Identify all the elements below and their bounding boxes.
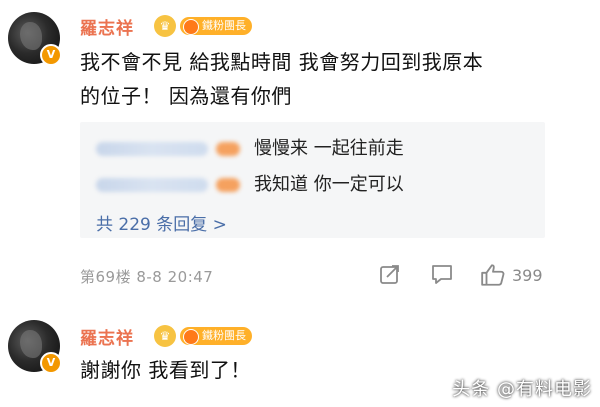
- fan-badge[interactable]: 鐵粉團長: [180, 327, 252, 345]
- fan-badge-icon: [183, 329, 199, 345]
- share-button[interactable]: [378, 262, 402, 290]
- avatar[interactable]: V: [8, 12, 62, 66]
- avatar[interactable]: V: [8, 320, 62, 374]
- comment-icon: [432, 265, 452, 284]
- share-icon: [380, 265, 399, 284]
- reply-badge-blurred: [216, 178, 240, 192]
- like-count: 399: [512, 266, 543, 285]
- comment-meta: 第69楼 8-8 20:47: [80, 268, 214, 286]
- verified-v-icon: V: [40, 352, 62, 374]
- like-icon: [481, 264, 505, 286]
- reply-author-blurred: [96, 142, 208, 156]
- reply-box: 慢慢来 一起往前走 我知道 你一定可以 共 229 条回复 >: [80, 122, 545, 238]
- fan-badge[interactable]: 鐵粉團長: [180, 17, 252, 35]
- view-replies-link[interactable]: 共 229 条回复 >: [96, 210, 227, 235]
- verified-v-icon: V: [40, 44, 62, 66]
- comment-text-line1: 我不會不見 給我點時間 我會努力回到我原本: [80, 50, 484, 74]
- crown-icon: ♛: [154, 15, 176, 37]
- like-button[interactable]: [480, 262, 506, 290]
- crown-icon: ♛: [154, 325, 176, 347]
- comment-item: V 羅志祥 ♛ 鐵粉團長 我不會不見 給我點時間 我會努力回到我原本 的位子！ …: [0, 0, 600, 300]
- reply-item[interactable]: 我知道 你一定可以: [96, 172, 404, 198]
- author-name[interactable]: 羅志祥: [80, 324, 134, 349]
- reply-badge-blurred: [216, 142, 240, 156]
- watermark: 头条 @有料电影: [452, 379, 592, 400]
- reply-item[interactable]: 慢慢来 一起往前走: [96, 136, 404, 162]
- comment-button[interactable]: [430, 262, 454, 290]
- fan-badge-icon: [183, 19, 199, 35]
- author-name[interactable]: 羅志祥: [80, 14, 134, 39]
- comment-text-line2: 的位子！ 因為還有你們: [80, 84, 292, 108]
- reply-author-blurred: [96, 178, 208, 192]
